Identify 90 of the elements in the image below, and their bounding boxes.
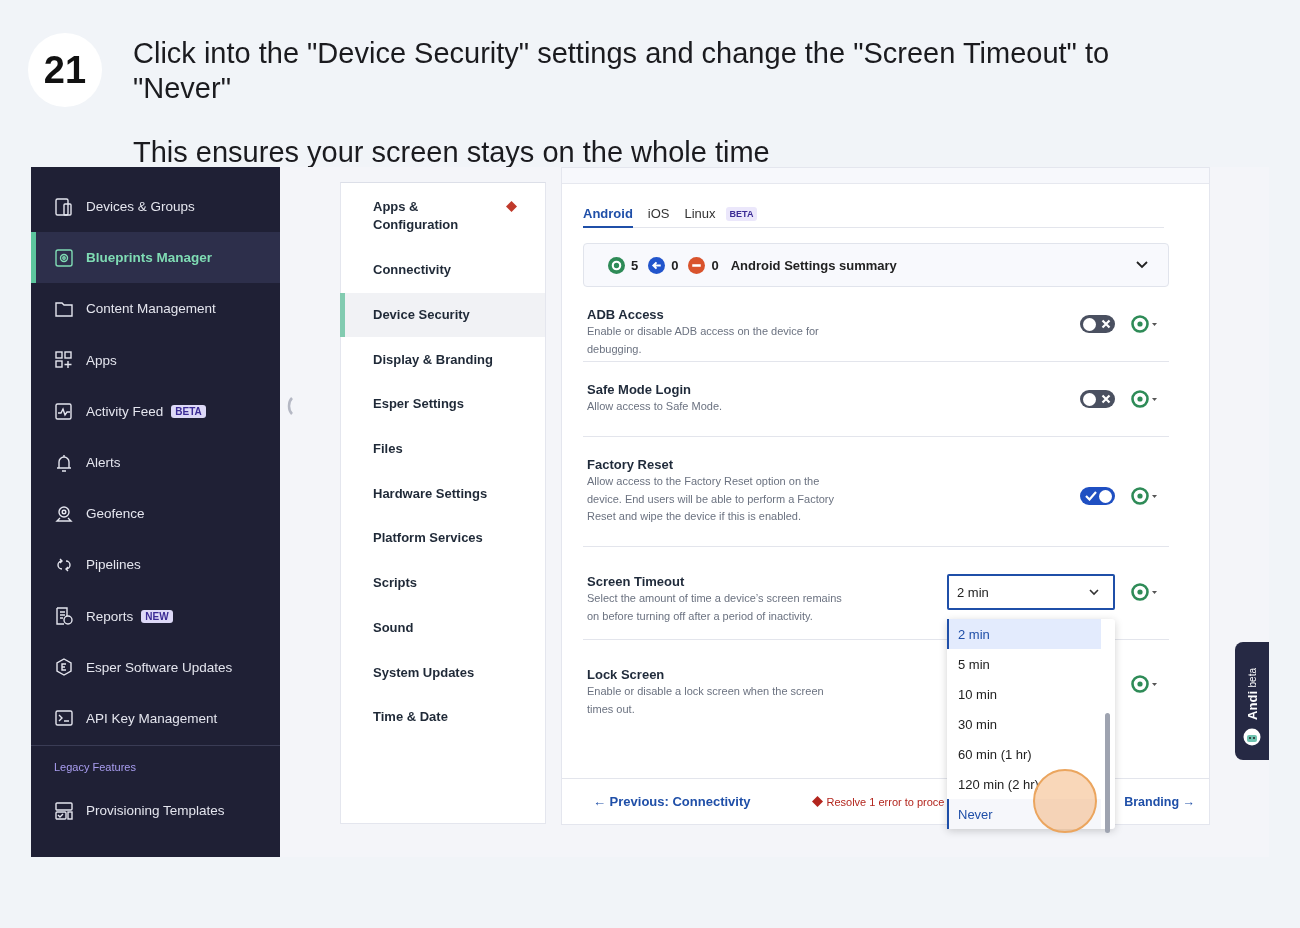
setting-description: Allow access to Safe Mode. [587, 399, 724, 414]
platform-tab[interactable]: iOS [647, 206, 670, 228]
error-icon [506, 201, 517, 212]
setting-title: Screen Timeout [587, 574, 686, 589]
sidebar-item[interactable]: Pipelines [31, 539, 280, 591]
sidebar-item[interactable]: Content Management [31, 283, 280, 335]
platform-tab[interactable]: Android [583, 206, 633, 228]
chevron-down-icon [1136, 261, 1148, 269]
sidebar-item[interactable]: Alerts [31, 436, 280, 489]
summary-count: 0 [671, 257, 679, 273]
settings-nav-item[interactable]: Scripts [340, 560, 545, 606]
collapse-handle-icon[interactable] [286, 397, 294, 415]
sidebar-badge: BETA [171, 404, 206, 418]
status-dropdown-icon[interactable] [1131, 390, 1159, 408]
terminal-icon [54, 708, 74, 729]
settings-nav-item[interactable]: Display & Branding [340, 337, 545, 383]
dropdown-option[interactable]: 30 min [947, 709, 1101, 739]
target-icon [608, 256, 625, 274]
status-dropdown-icon[interactable] [1131, 487, 1159, 505]
settings-nav-item[interactable]: System Updates [340, 650, 545, 695]
step-number: 21 [28, 33, 102, 107]
summary-title: Android Settings summary [730, 257, 897, 273]
sidebar-item[interactable]: Blueprints Manager [31, 232, 280, 284]
sidebar-item[interactable]: Esper Software Updates [31, 641, 280, 693]
summary-count: 0 [711, 257, 719, 273]
chevron-down-icon [1089, 588, 1099, 596]
dropdown-option[interactable]: 60 min (1 hr) [947, 739, 1101, 769]
sidebar-item[interactable]: Reports NEW [31, 590, 280, 642]
setting-title: Lock Screen [587, 667, 666, 682]
report-icon [54, 606, 74, 627]
settings-nav-item[interactable]: Hardware Settings [340, 471, 545, 517]
settings-summary-bar[interactable]: 5 0 0 Android Settings summary [583, 243, 1169, 287]
error-icon [812, 796, 824, 807]
settings-nav-item[interactable]: Connectivity [340, 248, 545, 293]
status-dropdown-icon[interactable] [1131, 315, 1159, 333]
step-title: Click into the "Device Security" settings and change the "Screen Timeout" to "Never" [133, 36, 1111, 106]
gear-icon [54, 247, 74, 268]
assistant-tab[interactable]: Andi beta [1235, 642, 1269, 760]
check-icon [1085, 491, 1097, 501]
timeout-select[interactable]: 2 min [947, 574, 1115, 610]
settings-nav-item[interactable]: Files [340, 426, 545, 472]
sidebar-item[interactable]: Apps [31, 334, 280, 386]
setting-title: Factory Reset [587, 457, 674, 472]
setting-description: Allow access to the Factory Reset option on the device. End users will be able to perform a Factory Reset and wipe the device if this is enabled. [587, 474, 835, 524]
next-link[interactable]: Branding → [1124, 794, 1195, 809]
dropdown-option[interactable]: 10 min [947, 679, 1101, 709]
device-icon [54, 196, 74, 217]
setting-description: Enable or disable ADB access on the device for debugging. [587, 324, 820, 357]
previous-link[interactable]: ← Previous: Connectivity [593, 794, 751, 809]
settings-nav-item[interactable]: Device Security [340, 292, 545, 338]
template-icon [54, 800, 74, 821]
setting-title: ADB Access [587, 307, 665, 322]
status-dropdown-icon[interactable] [1131, 675, 1159, 693]
setting-description: Enable or disable a lock screen when the screen times out. [587, 684, 825, 717]
step-subtitle: This ensures your screen stays on the whole time [133, 136, 771, 169]
settings-nav-item[interactable]: Apps & Configuration [340, 193, 545, 248]
sidebar-item[interactable]: Geofence [31, 488, 280, 540]
sidebar-item[interactable]: API Key Management [31, 692, 280, 745]
section-label: Legacy Features [53, 760, 137, 776]
sidebar-item[interactable]: Provisioning Templates [31, 785, 280, 837]
location-icon [54, 503, 74, 524]
update-icon [54, 657, 74, 678]
toggle-switch[interactable] [1080, 487, 1115, 505]
x-icon [1101, 394, 1111, 404]
settings-nav-item[interactable]: Sound [340, 605, 545, 651]
dropdown-option[interactable]: Never [947, 799, 1101, 829]
sidebar-badge: NEW [141, 609, 173, 623]
settings-nav-item[interactable]: Time & Date [340, 694, 545, 740]
status-dropdown-icon[interactable] [1131, 583, 1159, 601]
settings-nav-item[interactable]: Platform Services [340, 516, 545, 561]
arrow-left-icon [648, 256, 666, 274]
dropdown-option[interactable]: 2 min [947, 619, 1101, 649]
x-icon [1101, 319, 1111, 329]
chart-icon [54, 401, 74, 422]
robot-icon [1243, 728, 1261, 746]
toggle-switch[interactable] [1080, 390, 1115, 408]
minus-icon [688, 256, 706, 274]
sidebar-item[interactable]: Activity Feed BETA [31, 385, 280, 437]
summary-count: 5 [631, 257, 639, 273]
platform-tab[interactable]: Linux BETA [684, 206, 758, 228]
bell-icon [54, 452, 74, 473]
error-message: Resolve 1 error to proce [826, 795, 945, 808]
settings-nav-item[interactable]: Esper Settings [340, 382, 545, 427]
dropdown-option[interactable]: 5 min [947, 649, 1101, 679]
scrollbar[interactable] [1105, 713, 1110, 833]
sidebar-item[interactable]: Devices & Groups [31, 181, 280, 233]
setting-title: Safe Mode Login [587, 382, 692, 397]
toggle-switch[interactable] [1080, 315, 1115, 333]
setting-description: Select the amount of time a device’s screen remains on before turning off after a period of inactivity. [587, 591, 843, 624]
grid-icon [54, 350, 74, 371]
